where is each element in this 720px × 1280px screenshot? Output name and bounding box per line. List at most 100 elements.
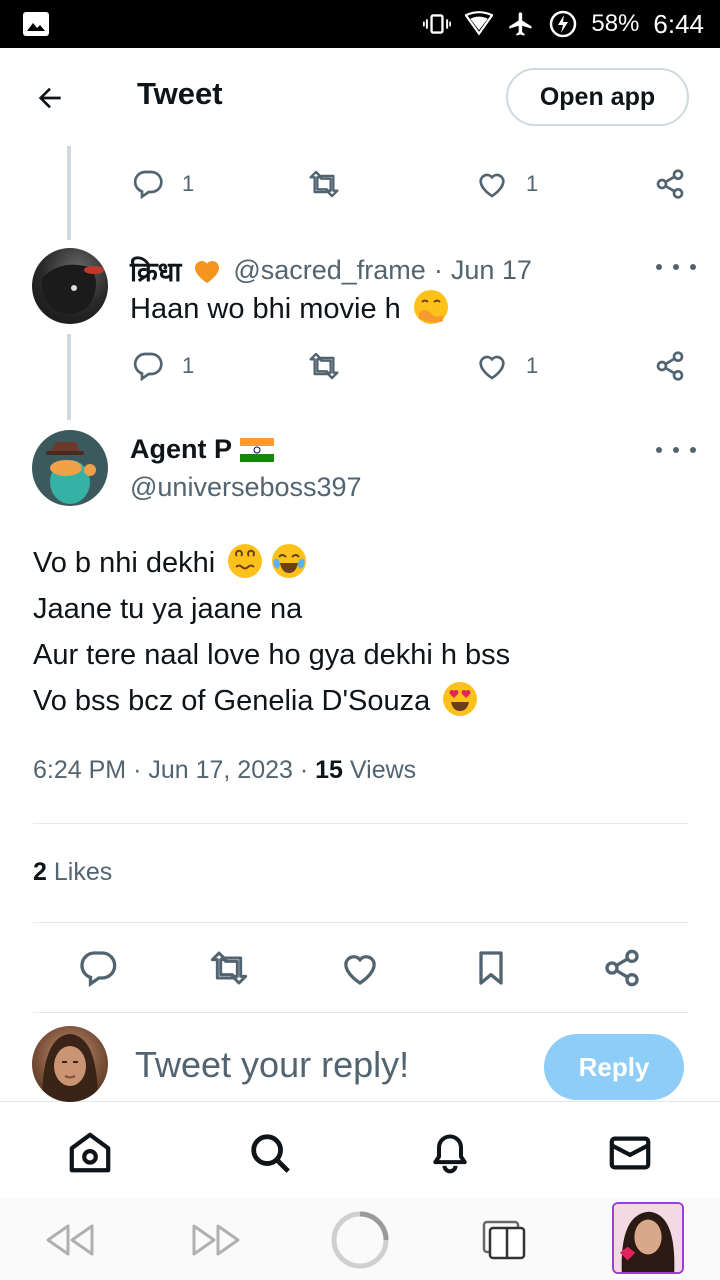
reply-button[interactable] — [74, 944, 122, 992]
share-action[interactable] — [654, 168, 686, 200]
retweet-icon — [210, 951, 248, 985]
reply-action[interactable]: 1 — [132, 350, 194, 382]
page-title: Tweet — [137, 76, 223, 111]
heart-eyes-emoji — [443, 682, 478, 716]
author-name[interactable]: Agent P — [130, 434, 232, 465]
tweet-line: Aur tere naal love ho gya dekhi h bss — [33, 639, 511, 671]
share-action[interactable] — [654, 350, 686, 382]
gallery-notification-icon — [22, 10, 50, 38]
tweet-author-line: Agent P — [130, 434, 275, 465]
home-icon — [69, 1132, 111, 1173]
bottom-navigation — [0, 1103, 720, 1198]
heart-icon — [479, 355, 505, 380]
handle-line: @universeboss397 — [130, 472, 362, 503]
retweet-button[interactable] — [205, 944, 253, 992]
reply-composer: Tweet your reply! Reply — [0, 1014, 720, 1102]
reply-icon — [80, 951, 117, 988]
airplane-icon — [507, 10, 535, 38]
rewind-icon — [46, 1224, 94, 1256]
reply-count: 1 — [182, 353, 195, 378]
reply-action[interactable]: 1 — [132, 168, 194, 200]
main-tweet-actions — [0, 944, 720, 992]
vibrate-icon — [423, 10, 452, 38]
top-header: Tweet Open app — [0, 48, 720, 146]
tabs-icon — [482, 1220, 526, 1260]
likes-label: Likes — [53, 858, 113, 886]
tweet-date[interactable]: Jun 17, 2023 — [148, 756, 293, 784]
reload-button[interactable] — [330, 1210, 390, 1270]
nav-home[interactable] — [66, 1129, 114, 1177]
tweet-line-text: Vo b nhi dekhi — [33, 547, 216, 579]
fast-forward-button[interactable] — [186, 1210, 246, 1270]
views-label: Views — [349, 756, 417, 784]
like-count: 1 — [526, 353, 539, 378]
tweet-text-line: Haan wo bhi movie h — [130, 293, 401, 325]
fast-forward-icon — [192, 1224, 240, 1256]
like-button[interactable] — [336, 944, 384, 992]
profile-photo-icon — [614, 1204, 682, 1272]
reply-count: 1 — [182, 171, 195, 196]
retweet-icon — [309, 352, 339, 380]
divider — [33, 922, 688, 923]
retweet-icon — [309, 170, 339, 198]
status-bar: 58% 6:44 — [0, 0, 720, 48]
tweet-author-line: क्रिधा @sacred_frame · Jun 17 — [130, 252, 532, 289]
share-icon — [656, 351, 684, 381]
tweet-meta: 6:24 PM · Jun 17, 2023 · 15 Views — [33, 756, 417, 784]
clock: 6:44 — [653, 8, 704, 39]
nav-notifications[interactable] — [426, 1129, 474, 1177]
share-icon — [605, 949, 639, 987]
nav-messages[interactable] — [606, 1129, 654, 1177]
bookmark-button[interactable] — [467, 944, 515, 992]
likes-count: 2 — [33, 858, 47, 886]
bookmark-icon — [479, 951, 503, 985]
woozy-face-emoji — [228, 544, 263, 578]
tweet-date[interactable]: Jun 17 — [451, 255, 532, 286]
reply-submit-button[interactable]: Reply — [544, 1034, 684, 1100]
reply-icon — [133, 170, 163, 200]
heart-icon — [479, 173, 505, 198]
share-icon — [656, 169, 684, 199]
more-options-icon[interactable] — [656, 257, 696, 277]
tabs-button[interactable] — [474, 1210, 534, 1270]
tweet-text: Haan wo bhi movie h — [130, 286, 449, 332]
rewind-button[interactable] — [40, 1210, 100, 1270]
profile-thumbnail[interactable] — [612, 1202, 684, 1274]
share-button[interactable] — [598, 944, 646, 992]
tweet-line: Jaane tu ya jaane na — [33, 593, 303, 625]
tears-of-joy-emoji — [272, 544, 307, 578]
like-action[interactable]: 1 — [476, 168, 538, 200]
back-arrow-icon[interactable] — [30, 78, 70, 118]
author-name[interactable]: क्रिधा — [130, 252, 181, 289]
tweet-time[interactable]: 6:24 PM — [33, 756, 126, 784]
like-action[interactable]: 1 — [476, 350, 538, 382]
battery-percentage: 58% — [591, 10, 640, 37]
orange-heart-icon — [195, 260, 220, 283]
search-icon — [251, 1134, 290, 1173]
retweet-action[interactable] — [306, 168, 342, 200]
tweet-line: Vo b nhi dekhi — [33, 540, 510, 586]
india-flag-icon — [240, 437, 275, 462]
avatar[interactable] — [32, 248, 108, 324]
heart-icon — [344, 955, 376, 985]
more-options-icon[interactable] — [656, 440, 696, 460]
likes-summary[interactable]: 2 Likes — [33, 858, 112, 887]
tweet-actions-2: 1 1 — [0, 350, 720, 390]
wifi-icon — [465, 10, 494, 38]
loading-circle-icon — [331, 1211, 389, 1269]
author-handle[interactable]: @universeboss397 — [130, 472, 362, 503]
nav-search[interactable] — [246, 1129, 294, 1177]
separator-dot: · — [433, 255, 443, 285]
tweet-line: Vo bss bcz of Genelia D'Souza — [33, 678, 510, 724]
mail-icon — [609, 1136, 651, 1170]
reply-input[interactable]: Tweet your reply! — [135, 1044, 409, 1086]
browser-toolbar — [0, 1198, 720, 1280]
retweet-action[interactable] — [306, 350, 342, 382]
like-count: 1 — [526, 171, 539, 196]
views-count: 15 — [315, 756, 343, 784]
avatar[interactable] — [32, 430, 108, 506]
open-app-button[interactable]: Open app — [506, 68, 689, 126]
author-handle[interactable]: @sacred_frame — [233, 255, 425, 286]
divider — [33, 1012, 688, 1013]
current-user-avatar[interactable] — [32, 1026, 108, 1102]
